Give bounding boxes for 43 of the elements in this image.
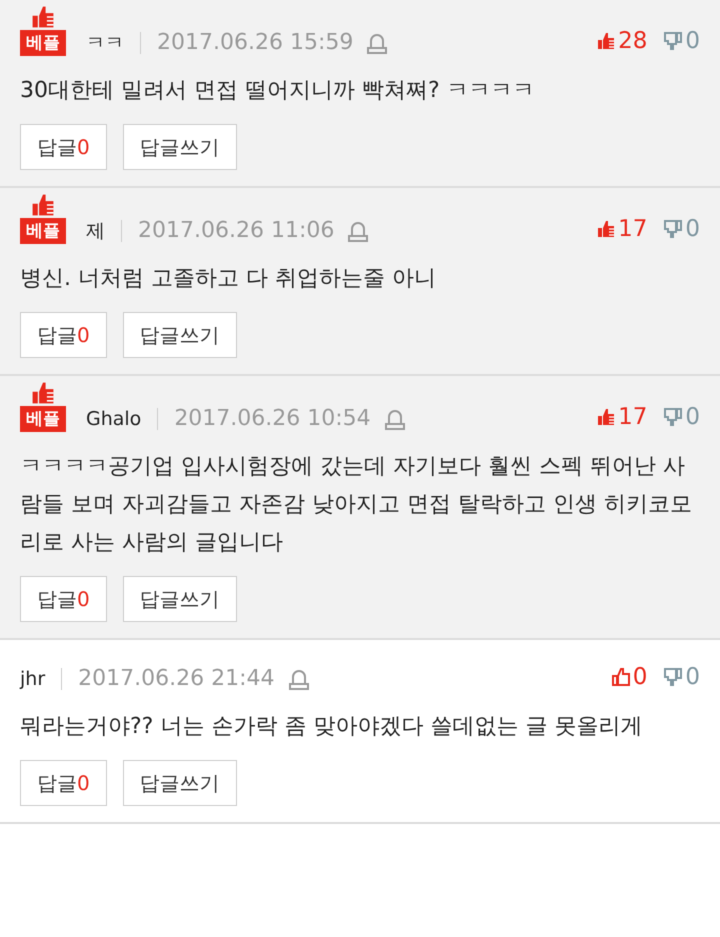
- thumbs-up-icon: [610, 667, 631, 687]
- comment-text: ㅋㅋㅋㅋ공기업 입사시험장에 갔는데 자기보다 훨씬 스펙 뛰어난 사람들 보며 자괴감들고 자존감 낮아지고 면접 탈락하고 인생 히키코모리로 사는 사람의 글입니다: [20, 453, 693, 557]
- thumbs-up-icon: [30, 192, 56, 218]
- alarm-light-icon[interactable]: [384, 408, 405, 430]
- thumbs-up-icon: [596, 31, 616, 51]
- alarm-light-icon[interactable]: [367, 32, 388, 54]
- dislike-count: 0: [685, 664, 700, 690]
- alarm-light-icon[interactable]: [348, 220, 368, 242]
- comment-date: 2017.06.26 11:06: [138, 218, 334, 244]
- dislike-count: 0: [685, 28, 700, 54]
- like-count: 17: [618, 404, 648, 430]
- thumbs-down-icon[interactable]: [663, 667, 684, 687]
- thumbs-up-icon: [30, 380, 56, 406]
- reply-count-button[interactable]: 답글0: [20, 760, 107, 806]
- reply-count-button[interactable]: 답글0: [20, 312, 107, 358]
- comment-date: 2017.06.26 10:54: [174, 406, 371, 432]
- comment-date: 2017.06.26 21:44: [78, 666, 274, 692]
- reply-count-button[interactable]: 답글0: [20, 576, 107, 622]
- dislike-count: 0: [685, 216, 700, 242]
- alarm-light-icon[interactable]: [288, 668, 308, 690]
- write-reply-button[interactable]: 답글쓰기: [122, 576, 237, 622]
- comment-date: 2017.06.26 15:59: [157, 30, 354, 56]
- comment-text: 30대한테 밀려서 면접 떨어지니까 빡쳐쪄? ㅋㅋㅋㅋ: [20, 77, 536, 105]
- like-count: 28: [618, 28, 648, 54]
- thumbs-up-icon: [596, 407, 616, 427]
- comment-text: 병신. 너처럼 고졸하고 다 취업하는줄 아니: [20, 265, 437, 293]
- reply-count-button[interactable]: 답글0: [20, 124, 107, 170]
- author-name: Ghalo: [86, 407, 142, 432]
- author-name: ㅋㅋ: [86, 31, 124, 56]
- thumbs-up-icon: [596, 219, 616, 239]
- thumbs-down-icon[interactable]: [663, 407, 684, 427]
- thumbs-up-icon: [30, 4, 56, 30]
- author-name: 제: [86, 219, 105, 244]
- author-name: jhr: [20, 667, 46, 692]
- thumbs-down-icon[interactable]: [663, 31, 684, 51]
- like-count: 0: [632, 664, 648, 690]
- write-reply-button[interactable]: 답글쓰기: [122, 312, 237, 358]
- like-count: 17: [618, 216, 648, 242]
- write-reply-button[interactable]: 답글쓰기: [122, 760, 237, 806]
- dislike-count: 0: [685, 404, 700, 430]
- write-reply-button[interactable]: 답글쓰기: [122, 124, 237, 170]
- comment-text: 뭐라는거야?? 너는 손가락 좀 맞아야겠다 쓸데없는 글 못올리게: [20, 713, 644, 741]
- thumbs-down-icon[interactable]: [663, 219, 684, 239]
